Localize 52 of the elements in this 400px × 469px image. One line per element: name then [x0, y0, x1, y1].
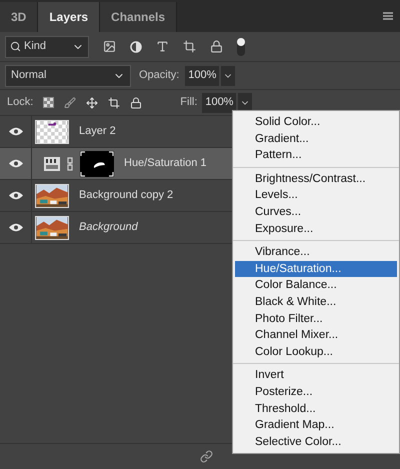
search-icon	[10, 41, 21, 52]
layer-name: Layer 2	[79, 124, 116, 140]
half-circle-icon[interactable]	[130, 40, 142, 52]
menu-item[interactable]: Invert	[235, 367, 397, 384]
link-icon[interactable]	[200, 450, 213, 463]
panel-tab[interactable]: Channels	[100, 2, 178, 32]
brush-icon[interactable]	[64, 96, 76, 108]
checker-icon[interactable]	[43, 97, 54, 108]
fill-field[interactable]: 100%	[202, 92, 236, 112]
menu-item[interactable]: Black & White...	[235, 294, 397, 311]
menu-item[interactable]: Levels...	[235, 187, 397, 204]
opacity-label: Opacity:	[139, 68, 180, 84]
menu-item[interactable]: Selective Color...	[235, 434, 397, 450]
menu-item[interactable]: Posterize...	[235, 384, 397, 400]
text-icon[interactable]	[156, 40, 169, 53]
eye-icon[interactable]	[8, 159, 22, 168]
lock-icon[interactable]	[210, 40, 223, 53]
menu-item[interactable]: Channel Mixer...	[235, 327, 397, 344]
menu-item[interactable]: Solid Color...	[235, 114, 397, 131]
adjustment-icon	[44, 156, 60, 170]
mask-thumbnail	[80, 150, 114, 176]
filter-value: Kind	[24, 39, 46, 54]
eye-icon[interactable]	[8, 223, 22, 232]
menu-icon[interactable]	[383, 12, 393, 20]
layer-name: Background copy 2	[79, 188, 174, 204]
menu-item[interactable]: Hue/Saturation...	[235, 260, 397, 278]
menu-item[interactable]: Threshold...	[235, 400, 397, 418]
fill-dropdown[interactable]	[238, 92, 252, 112]
layer-name: Background	[79, 220, 138, 236]
toggle-icon[interactable]	[237, 38, 245, 56]
menu-item[interactable]: Gradient...	[235, 130, 397, 148]
eye-icon[interactable]	[8, 127, 22, 136]
image-icon[interactable]	[103, 40, 116, 53]
menu-item[interactable]: Color Lookup...	[235, 344, 397, 360]
menu-item[interactable]: Vibrance...	[235, 244, 397, 261]
menu-item[interactable]: Gradient Map...	[235, 417, 397, 434]
fill-label: Fill:	[180, 95, 198, 110]
opacity-field[interactable]: 100%	[185, 66, 220, 86]
panel-tab[interactable]: 3D	[0, 2, 38, 32]
move-icon[interactable]	[86, 96, 98, 108]
lock-icon[interactable]	[130, 96, 142, 108]
panel-tab[interactable]: Layers	[38, 2, 100, 32]
menu-item[interactable]: Photo Filter...	[235, 310, 397, 328]
filter-dropdown[interactable]: Kind	[5, 36, 89, 58]
eye-icon[interactable]	[8, 191, 22, 200]
layer-name: Hue/Saturation 1	[124, 156, 207, 172]
menu-item[interactable]: Color Balance...	[235, 277, 397, 294]
blend-mode-dropdown[interactable]: Normal	[5, 64, 131, 86]
link-icon[interactable]	[66, 156, 74, 170]
menu-item[interactable]: Pattern...	[235, 147, 397, 164]
menu-item[interactable]: Exposure...	[235, 220, 397, 238]
lock-label: Lock:	[7, 95, 34, 110]
